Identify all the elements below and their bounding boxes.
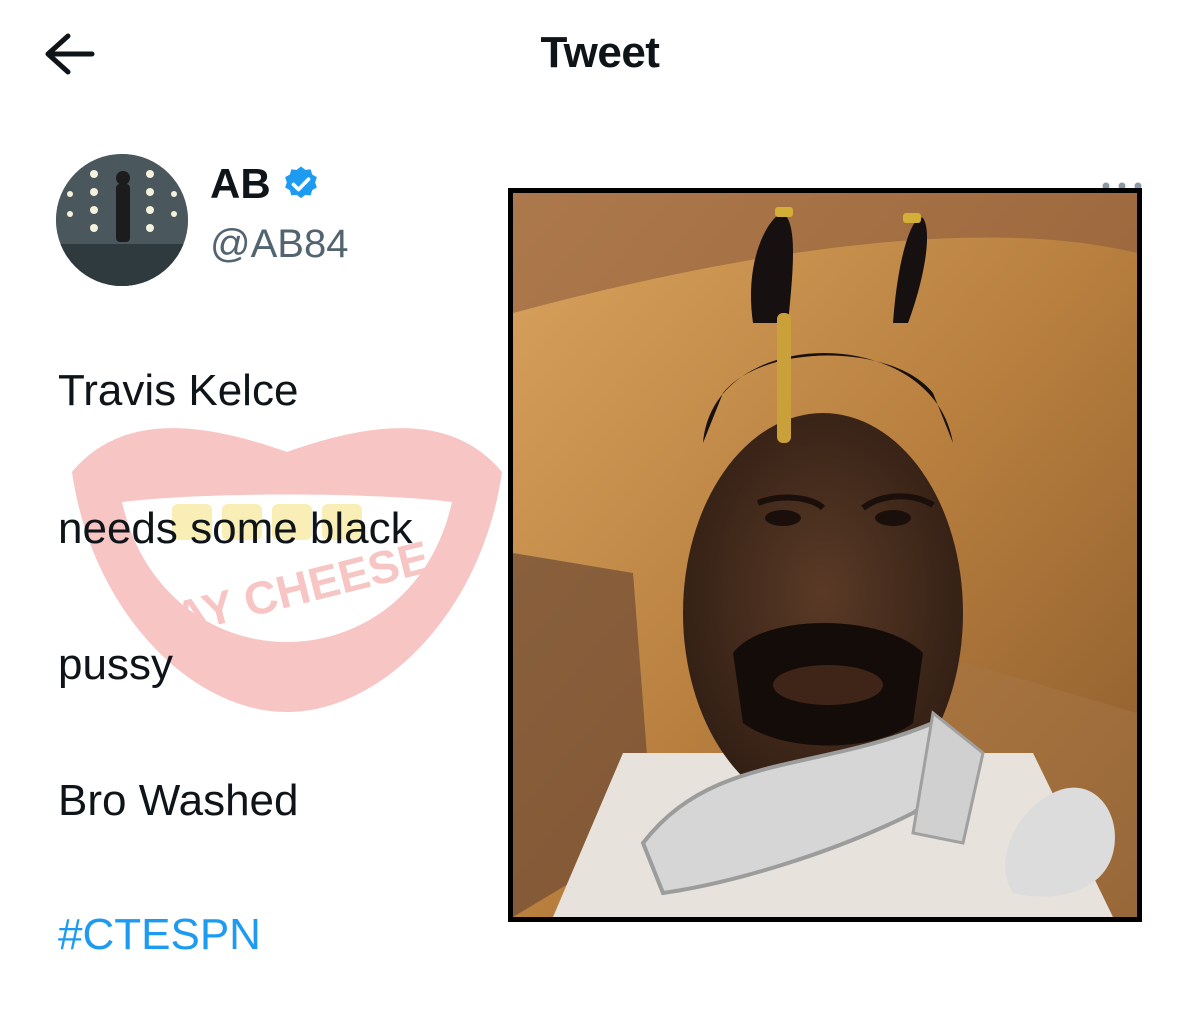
tweet-text-line: Travis Kelce: [58, 366, 299, 415]
tweet-text-line: pussy: [58, 640, 173, 689]
author-name-row[interactable]: AB: [210, 160, 321, 208]
hashtag-link[interactable]: #CTESPN: [58, 910, 261, 960]
avatar[interactable]: [56, 154, 188, 286]
avatar-image: [56, 154, 188, 286]
tweet-page: Tweet AB @AB84 SAY CHEESE Travis Kelce n…: [0, 0, 1200, 1024]
selfie-image: [513, 193, 1137, 917]
tweet-text-line: needs some black: [58, 504, 413, 553]
page-title: Tweet: [540, 28, 660, 77]
tweet-photo[interactable]: [508, 188, 1142, 922]
author-handle[interactable]: @AB84: [210, 222, 348, 267]
tweet-text-line: Bro Washed: [58, 776, 299, 825]
author-name: AB: [210, 160, 271, 207]
verified-badge-icon: [284, 166, 317, 199]
